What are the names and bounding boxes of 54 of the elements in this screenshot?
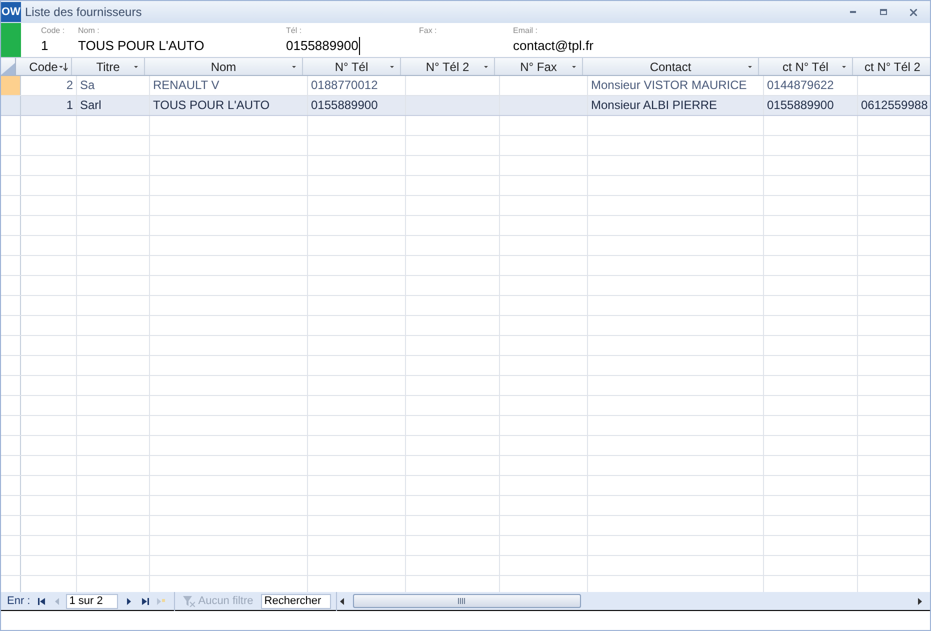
table-row[interactable]: 1 Sarl TOUS POUR L'AUTO 0155889900 Monsieur ALBI PIERRE 0155889900 0612559988 xyxy=(1,96,930,116)
new-record-icon xyxy=(157,598,166,604)
table-cell: 0612559988 xyxy=(858,96,930,115)
first-record-button[interactable] xyxy=(36,595,46,607)
column-header[interactable]: N° Tél xyxy=(303,58,401,75)
last-record-button[interactable] xyxy=(140,595,150,607)
table-cell: 2 xyxy=(21,76,77,95)
table-cell: 0155889900 xyxy=(764,96,858,115)
column-header[interactable]: Contact xyxy=(583,58,759,75)
column-header[interactable]: ct N° Tél xyxy=(759,58,853,75)
maximize-icon xyxy=(880,9,886,15)
column-header[interactable]: Code xyxy=(16,58,72,75)
field-value[interactable]: 0155889900 xyxy=(286,37,360,55)
record-position-field[interactable]: 1 sur 2 xyxy=(66,594,118,608)
field-label: Email : xyxy=(513,25,538,37)
scrollbar-thumb[interactable] xyxy=(353,594,582,608)
column-header[interactable]: N° Fax xyxy=(495,58,583,75)
table-cell: RENAULT V xyxy=(150,76,308,95)
left-triangle-icon xyxy=(55,598,60,604)
minimize-icon xyxy=(850,11,856,13)
record-label: Enr : xyxy=(7,594,30,609)
table-cell: TOUS POUR L'AUTO xyxy=(150,96,308,115)
table-cell: Sarl xyxy=(77,96,150,115)
table-cell: 0188770012 xyxy=(308,76,406,95)
field-value[interactable]: 1 xyxy=(21,37,50,55)
close-icon xyxy=(910,8,916,16)
field-value[interactable]: contact@tpl.fr xyxy=(513,37,594,55)
field-label: Tél : xyxy=(286,25,303,37)
sort-arrow-icon xyxy=(58,63,68,71)
last-icon xyxy=(142,598,149,604)
table-cell: Monsieur VISTOR MAURICE xyxy=(588,76,764,95)
table-cell: Sa xyxy=(77,76,150,95)
record-marker xyxy=(1,23,21,57)
table-cell: Monsieur ALBI PIERRE xyxy=(588,96,764,115)
table-cell: 0144879622 xyxy=(764,76,858,95)
column-header[interactable]: ct N° Tél 2 xyxy=(853,58,930,75)
filter-icon xyxy=(183,596,196,606)
app-badge: OW xyxy=(1,2,21,22)
column-header[interactable]: N° Tél 2 xyxy=(401,58,495,75)
table-cell: 1 xyxy=(21,96,77,115)
first-icon xyxy=(38,598,45,604)
table-cell: 0155889900 xyxy=(308,96,406,115)
field-value[interactable]: TOUS POUR L'AUTO xyxy=(78,37,206,55)
field-label: Fax : xyxy=(419,25,438,37)
grip-icon xyxy=(458,598,466,604)
scroll-right-icon xyxy=(918,598,922,604)
field-label: Code : xyxy=(40,25,66,37)
field-label: Nom : xyxy=(78,25,100,37)
column-header[interactable]: Titre xyxy=(72,58,145,75)
search-field[interactable]: Rechercher xyxy=(261,594,332,608)
scroll-left-icon xyxy=(340,598,344,604)
window-title: Liste des fournisseurs xyxy=(25,4,142,21)
column-header[interactable]: Nom xyxy=(145,58,303,75)
right-triangle-icon xyxy=(127,598,132,604)
